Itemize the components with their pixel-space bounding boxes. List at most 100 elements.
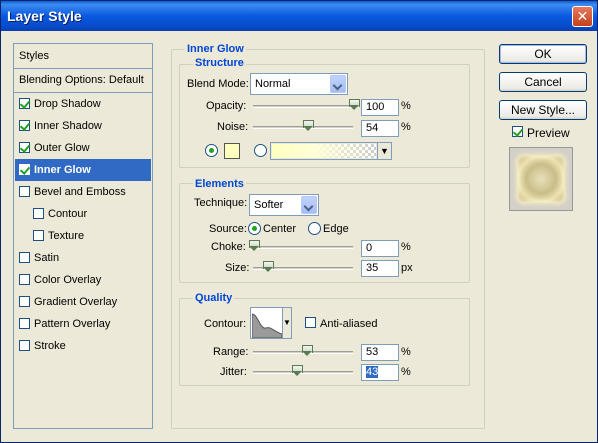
- noise-slider-thumb-icon[interactable]: [303, 120, 314, 131]
- source-edge-label: Edge: [323, 223, 349, 235]
- style-item-outer-glow[interactable]: Outer Glow: [15, 137, 151, 159]
- style-item-label: Color Overlay: [34, 274, 102, 286]
- choke-unit: %: [401, 241, 411, 253]
- noise-unit: %: [401, 121, 411, 133]
- blend-mode-select[interactable]: Normal: [250, 73, 348, 95]
- anti-aliased-checkbox[interactable]: [305, 317, 316, 328]
- style-item-label: Texture: [48, 230, 85, 242]
- checkbox-icon[interactable]: [19, 164, 30, 175]
- checkbox-icon[interactable]: [19, 296, 30, 307]
- inner-glow-title: Inner Glow: [185, 43, 246, 55]
- size-label: Size:: [225, 262, 250, 274]
- jitter-unit: %: [401, 366, 411, 378]
- style-item-label: Stroke: [34, 340, 66, 352]
- checkbox-icon[interactable]: [19, 274, 30, 285]
- style-item-label: Gradient Overlay: [34, 296, 118, 308]
- blend-mode-value: Normal: [255, 78, 291, 90]
- source-center-radio[interactable]: [248, 222, 261, 235]
- opacity-slider[interactable]: [253, 105, 353, 108]
- checkbox-icon[interactable]: [19, 98, 30, 109]
- contour-label: Contour:: [204, 318, 247, 330]
- style-item-contour[interactable]: Contour: [15, 203, 151, 225]
- opacity-slider-thumb-icon[interactable]: [349, 99, 360, 110]
- choke-slider-thumb-icon[interactable]: [249, 240, 260, 251]
- checkbox-icon[interactable]: [19, 340, 30, 351]
- style-item-label: Outer Glow: [34, 142, 90, 154]
- jitter-slider[interactable]: [253, 371, 353, 374]
- checkbox-icon[interactable]: [19, 142, 30, 153]
- noise-input[interactable]: 54: [361, 120, 399, 137]
- blending-options-item[interactable]: Blending Options: Default: [15, 69, 151, 91]
- style-item-inner-shadow[interactable]: Inner Shadow: [15, 115, 151, 137]
- styles-header[interactable]: Styles: [15, 45, 151, 67]
- contour-curve-icon: [252, 313, 282, 338]
- size-input[interactable]: 35: [361, 260, 399, 277]
- checkbox-icon[interactable]: [19, 120, 30, 131]
- dropdown-arrow-icon[interactable]: [330, 75, 346, 93]
- checkbox-icon[interactable]: [19, 252, 30, 263]
- quality-title: Quality: [193, 292, 235, 304]
- style-item-label: Bevel and Emboss: [34, 186, 126, 198]
- style-preview: [509, 147, 573, 211]
- dropdown-arrow-icon[interactable]: [301, 196, 317, 214]
- style-item-drop-shadow[interactable]: Drop Shadow: [15, 93, 151, 115]
- size-unit: px: [401, 262, 413, 274]
- checkbox-icon[interactable]: [19, 318, 30, 329]
- technique-label: Technique:: [194, 197, 248, 209]
- opacity-input[interactable]: 100: [361, 99, 399, 116]
- style-item-satin[interactable]: Satin: [15, 247, 151, 269]
- style-item-gradient-overlay[interactable]: Gradient Overlay: [15, 291, 151, 313]
- style-item-stroke[interactable]: Stroke: [15, 335, 151, 357]
- new-style-button[interactable]: New Style...: [499, 100, 587, 120]
- style-item-label: Pattern Overlay: [34, 318, 111, 330]
- title-bar[interactable]: Layer Style ✕: [1, 1, 597, 31]
- choke-slider[interactable]: [253, 246, 353, 249]
- close-icon[interactable]: ✕: [572, 6, 593, 27]
- jitter-input[interactable]: 43: [361, 364, 399, 381]
- technique-value: Softer: [254, 199, 284, 211]
- style-item-color-overlay[interactable]: Color Overlay: [15, 269, 151, 291]
- preview-label: Preview: [527, 126, 570, 140]
- style-item-label: Inner Glow: [34, 164, 91, 176]
- contour-picker[interactable]: ▼: [250, 307, 292, 339]
- choke-input[interactable]: 0: [361, 240, 399, 257]
- range-slider-thumb-icon[interactable]: [302, 345, 313, 356]
- window-title: Layer Style: [7, 8, 82, 24]
- jitter-value: 43: [366, 366, 379, 378]
- solid-color-radio[interactable]: [205, 144, 218, 157]
- style-item-texture[interactable]: Texture: [15, 225, 151, 247]
- size-slider-thumb-icon[interactable]: [263, 261, 274, 272]
- preview-checkbox[interactable]: [512, 126, 523, 137]
- noise-label: Noise:: [217, 121, 249, 133]
- chevron-down-icon[interactable]: ▼: [377, 143, 391, 159]
- gradient-radio[interactable]: [254, 144, 267, 157]
- style-item-bevel-and-emboss[interactable]: Bevel and Emboss: [15, 181, 151, 203]
- structure-title: Structure: [193, 57, 246, 69]
- technique-select[interactable]: Softer: [249, 194, 319, 216]
- range-input[interactable]: 53: [361, 344, 399, 361]
- checkbox-icon[interactable]: [33, 208, 44, 219]
- choke-label: Choke:: [211, 241, 246, 253]
- glow-color-swatch[interactable]: [224, 143, 240, 159]
- source-label: Source:: [209, 223, 247, 235]
- chevron-down-icon[interactable]: ▼: [282, 308, 291, 338]
- gradient-picker[interactable]: ▼: [270, 142, 392, 160]
- style-item-pattern-overlay[interactable]: Pattern Overlay: [15, 313, 151, 335]
- style-item-label: Drop Shadow: [34, 98, 101, 110]
- layer-style-dialog: Layer Style ✕ Styles Blending Options: D…: [0, 0, 598, 443]
- opacity-unit: %: [401, 100, 411, 112]
- gradient-preview: [272, 144, 376, 158]
- opacity-label: Opacity:: [206, 100, 247, 112]
- jitter-slider-thumb-icon[interactable]: [292, 365, 303, 376]
- anti-aliased-label: Anti-aliased: [320, 318, 378, 330]
- jitter-label: Jitter:: [220, 366, 247, 378]
- source-center-label: Center: [263, 223, 297, 235]
- range-label: Range:: [213, 346, 249, 358]
- cancel-button[interactable]: Cancel: [499, 72, 587, 92]
- elements-title: Elements: [193, 178, 246, 190]
- style-item-inner-glow[interactable]: Inner Glow: [15, 159, 151, 181]
- ok-button[interactable]: OK: [499, 44, 587, 64]
- source-edge-radio[interactable]: [308, 222, 321, 235]
- checkbox-icon[interactable]: [33, 230, 44, 241]
- checkbox-icon[interactable]: [19, 186, 30, 197]
